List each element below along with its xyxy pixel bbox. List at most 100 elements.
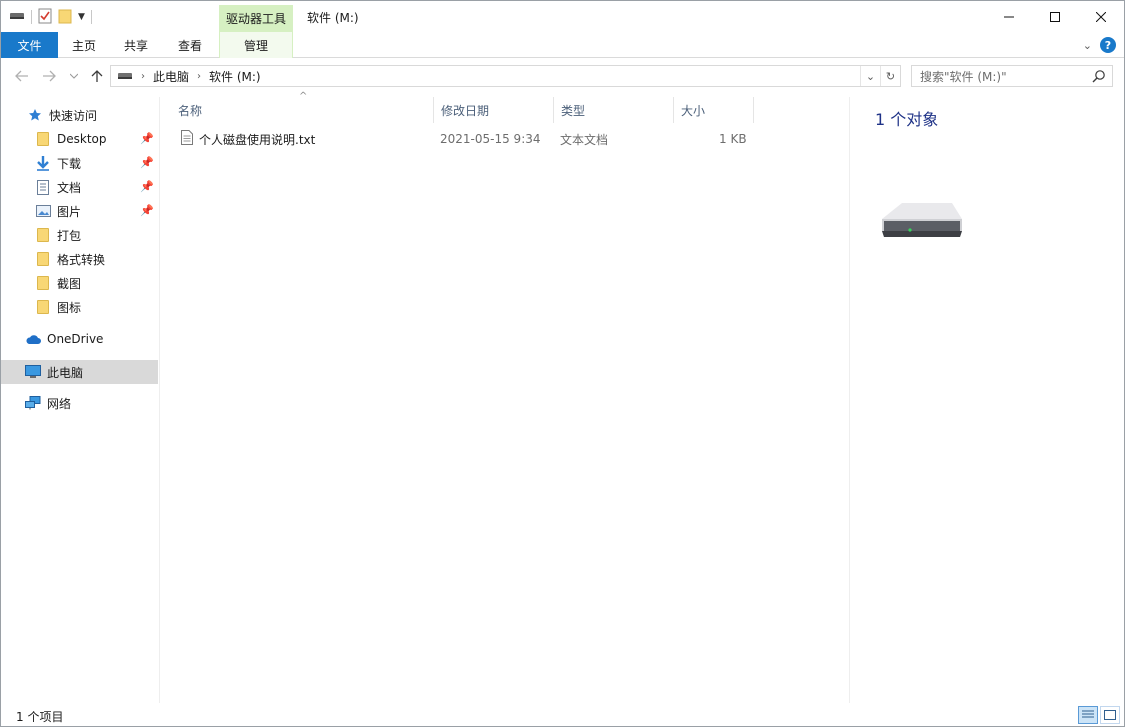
new-folder-icon[interactable]	[58, 8, 72, 27]
folder-icon	[35, 251, 51, 267]
nav-onedrive[interactable]: OneDrive	[1, 327, 158, 351]
file-modified: 2021-05-15 9:34	[440, 132, 541, 146]
drive-icon	[117, 69, 133, 83]
chevron-right-icon[interactable]: ›	[197, 71, 201, 82]
folder-icon	[35, 227, 51, 243]
nav-this-pc[interactable]: 此电脑	[1, 360, 158, 384]
toolbar-separator	[90, 10, 92, 24]
picture-icon	[35, 203, 51, 219]
object-count: 1 个对象	[875, 110, 939, 129]
toolbar-separator	[31, 10, 32, 24]
view-switcher	[1078, 706, 1120, 724]
nav-item-label: 截图	[57, 276, 82, 291]
nav-item-folder[interactable]: 打包	[1, 223, 158, 247]
tab-view[interactable]: 查看	[162, 32, 218, 58]
computer-icon	[25, 364, 41, 380]
tab-home[interactable]: 主页	[58, 32, 110, 58]
nav-item-folder[interactable]: 图标	[1, 295, 158, 319]
nav-quick-access[interactable]: 快速访问	[1, 103, 158, 127]
column-type[interactable]: 类型	[554, 97, 674, 123]
nav-item-downloads[interactable]: 下载 📌	[1, 151, 158, 175]
nav-network-label: 网络	[47, 396, 72, 411]
column-size[interactable]: 大小	[674, 97, 754, 123]
search-input[interactable]: 搜索"软件 (M:)"	[911, 65, 1113, 87]
column-modified[interactable]: 修改日期	[434, 97, 554, 123]
pin-icon: 📌	[140, 132, 154, 145]
nav-item-folder[interactable]: 截图	[1, 271, 158, 295]
breadcrumb-drive[interactable]: 软件 (M:)	[209, 68, 261, 85]
folder-icon	[35, 131, 51, 147]
help-icon[interactable]: ?	[1100, 37, 1116, 53]
recent-locations-icon[interactable]	[65, 67, 83, 85]
nav-item-label: 图片	[57, 204, 82, 219]
address-actions: ⌄ ↻	[860, 66, 900, 86]
network-icon	[25, 395, 41, 411]
pin-icon: 📌	[140, 156, 154, 169]
quick-access-toolbar: ▼	[9, 7, 92, 27]
cloud-icon	[25, 331, 41, 347]
search-icon[interactable]	[1092, 69, 1106, 86]
address-bar[interactable]: › 此电脑 › 软件 (M:) ⌄ ↻	[110, 65, 901, 87]
tab-manage[interactable]: 管理	[219, 32, 293, 58]
download-icon	[35, 155, 51, 171]
window-title: 软件 (M:)	[307, 11, 359, 25]
details-view-icon[interactable]	[1078, 706, 1098, 724]
drive-tools-context-label: 驱动器工具	[219, 5, 293, 32]
nav-item-label: 下载	[57, 156, 82, 171]
properties-icon[interactable]	[38, 8, 52, 27]
file-size: 1 KB	[719, 132, 747, 146]
large-icons-view-icon[interactable]	[1100, 706, 1120, 724]
tab-file[interactable]: 文件	[1, 32, 58, 58]
minimize-button[interactable]	[986, 1, 1032, 32]
nav-item-label: 文档	[57, 180, 82, 195]
file-name-cell: 个人磁盘使用说明.txt	[181, 128, 315, 150]
file-list-header: 名称 修改日期 类型 大小	[171, 97, 756, 123]
nav-item-label: 图标	[57, 300, 82, 315]
nav-onedrive-label: OneDrive	[47, 332, 104, 346]
refresh-icon[interactable]: ↻	[880, 66, 900, 86]
window-controls	[986, 1, 1124, 32]
navigation-pane: 快速访问 Desktop 📌 下载 📌 文档 📌 图片 📌 打包 格式转换 截图…	[1, 97, 160, 703]
status-bar: 1 个项目	[1, 704, 1124, 726]
nav-item-folder[interactable]: 格式转换	[1, 247, 158, 271]
document-icon	[35, 179, 51, 195]
search-placeholder: 搜索"软件 (M:)"	[920, 69, 1007, 84]
star-icon	[27, 107, 43, 123]
maximize-button[interactable]	[1032, 1, 1078, 32]
drive-icon[interactable]	[9, 10, 25, 24]
nav-network[interactable]: 网络	[1, 391, 158, 415]
file-type: 文本文档	[560, 132, 609, 147]
nav-quick-access-label: 快速访问	[49, 108, 98, 123]
pin-icon: 📌	[140, 204, 154, 217]
nav-item-label: 打包	[57, 228, 82, 243]
breadcrumb-this-pc[interactable]: 此电脑	[153, 68, 189, 85]
folder-icon	[35, 275, 51, 291]
forward-arrow-icon[interactable]	[40, 67, 58, 85]
chevron-right-icon[interactable]: ›	[141, 71, 145, 82]
item-count: 1 个项目	[16, 710, 64, 724]
nav-item-label: 格式转换	[57, 252, 106, 267]
address-dropdown-icon[interactable]: ⌄	[860, 66, 880, 86]
file-name: 个人磁盘使用说明.txt	[199, 132, 316, 147]
back-arrow-icon[interactable]	[13, 67, 31, 85]
customize-toolbar-icon[interactable]: ▼	[78, 12, 85, 22]
nav-item-desktop[interactable]: Desktop 📌	[1, 127, 158, 151]
column-name[interactable]: 名称	[171, 97, 434, 123]
tab-share[interactable]: 共享	[110, 32, 162, 58]
folder-icon	[35, 299, 51, 315]
nav-item-documents[interactable]: 文档 📌	[1, 175, 158, 199]
breadcrumb: › 此电脑 › 软件 (M:)	[111, 68, 261, 85]
text-file-icon	[181, 130, 193, 148]
ribbon-right-controls: ⌄ ?	[1083, 37, 1116, 53]
ribbon-tabs: 文件 主页 共享 查看 管理 ⌄ ?	[1, 32, 1124, 58]
table-row[interactable]: 个人磁盘使用说明.txt 2021-05-15 9:34 文本文档 1 KB	[171, 128, 756, 150]
nav-item-pictures[interactable]: 图片 📌	[1, 199, 158, 223]
expand-ribbon-icon[interactable]: ⌄	[1083, 39, 1092, 52]
close-button[interactable]	[1078, 1, 1124, 32]
nav-this-pc-label: 此电脑	[47, 365, 84, 380]
pin-icon: 📌	[140, 180, 154, 193]
up-arrow-icon[interactable]	[88, 67, 106, 85]
hard-drive-icon	[880, 197, 964, 248]
details-pane: 1 个对象	[849, 97, 1124, 703]
nav-item-label: Desktop	[57, 132, 107, 146]
